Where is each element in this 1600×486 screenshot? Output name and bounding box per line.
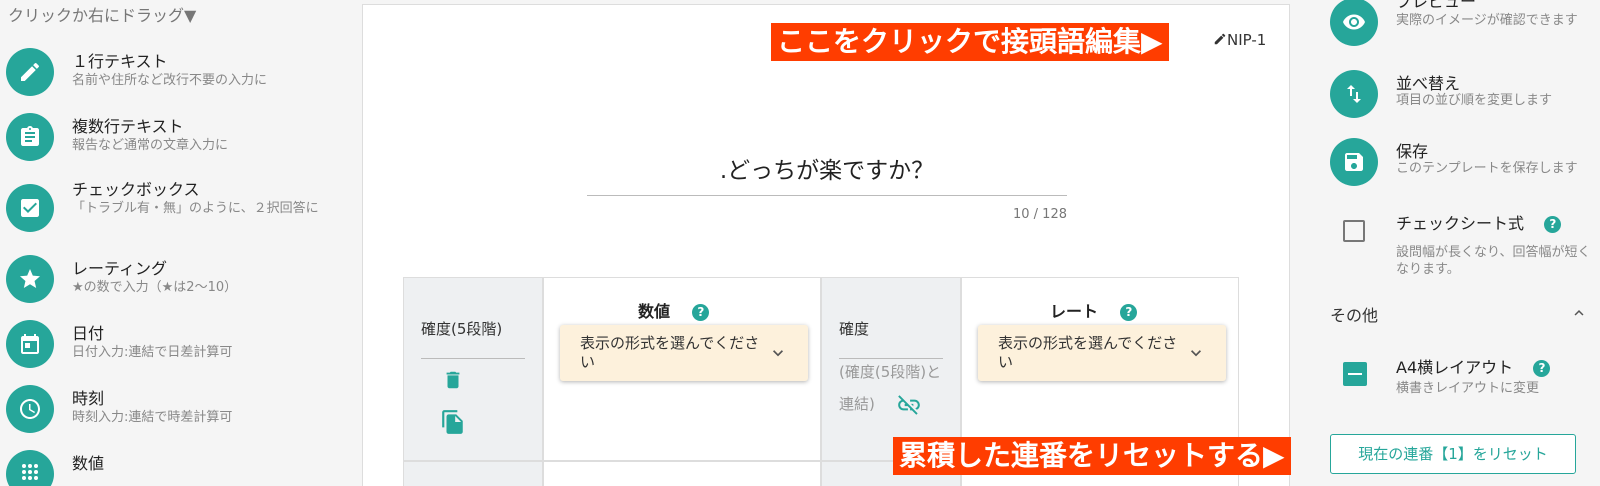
char-counter: 10 / 128 [1013, 207, 1067, 222]
format-select-number[interactable]: 表示の形式を選んでください [560, 325, 808, 381]
copy-icon[interactable] [440, 409, 466, 435]
save-desc: このテンプレートを保存します [1396, 161, 1578, 176]
palette-item-number[interactable]: 数値 [6, 450, 336, 486]
action-sidebar: プレビュー 実際のイメージが確認できます 並べ替え 項目の並び順を変更します 保… [1310, 0, 1600, 486]
eye-icon [1330, 0, 1378, 46]
palette-item-multi-line-text[interactable]: 複数行テキスト 報告など通常の文章入力に [6, 113, 336, 173]
row-label-underline [421, 358, 525, 359]
other-section-header[interactable]: その他 [1330, 302, 1588, 326]
check-sheet-toggle[interactable]: チェックシート式 ? 設問幅が長くなり、回答幅が短くなります。 [1330, 210, 1600, 280]
prefix-edit-banner: ここをクリックで接頭語編集▶ [771, 23, 1169, 61]
unlink-icon[interactable] [896, 392, 922, 418]
linked-note: (確度(5段階)と連結) [839, 363, 942, 413]
preview-title: プレビュー [1396, 0, 1477, 11]
a4-desc: 横書きレイアウトに変更 [1396, 381, 1540, 396]
clipboard-icon [6, 113, 54, 161]
preview-button[interactable]: プレビュー 実際のイメージが確認できます [1330, 0, 1600, 54]
answer-cell [543, 461, 821, 486]
palette-item-title: レーティング [72, 259, 168, 278]
sort-button[interactable]: 並べ替え 項目の並び順を変更します [1330, 70, 1600, 126]
palette-item-time[interactable]: 時刻 時刻入力:連結で時差計算可 [6, 385, 336, 445]
calendar-icon [6, 320, 54, 368]
palette-item-desc: 報告など通常の文章入力に [72, 138, 229, 153]
row-label-cell [403, 461, 543, 486]
save-icon [1330, 138, 1378, 186]
palette-item-title: 日付 [72, 324, 105, 343]
help-icon[interactable]: ? [1533, 360, 1551, 377]
row-label-cell: 確度(5段階) [403, 277, 543, 461]
check-sheet-title: チェックシート式 ? [1396, 210, 1562, 234]
palette-item-desc: 名前や住所など改行不要の入力に [72, 73, 268, 88]
save-button[interactable]: 保存 このテンプレートを保存します [1330, 138, 1600, 194]
preview-desc: 実際のイメージが確認できます [1396, 13, 1578, 28]
save-title: 保存 [1396, 142, 1429, 161]
chevron-up-icon [1574, 310, 1584, 316]
a4-landscape-toggle[interactable]: A4横レイアウト ? 横書きレイアウトに変更 [1330, 354, 1600, 410]
other-section-label: その他 [1330, 306, 1379, 325]
minus-icon [1348, 373, 1362, 375]
format-select-rate[interactable]: 表示の形式を選んでください [978, 325, 1226, 381]
question-title-underline [587, 195, 1067, 196]
format-select-label: 表示の形式を選んでください [580, 334, 760, 371]
app-root: クリックか右にドラッグ▼ １行テキスト 名前や住所など改行不要の入力に 複数行テ… [0, 0, 1600, 486]
help-icon[interactable]: ? [1120, 304, 1138, 321]
format-select-label: 表示の形式を選んでください [998, 334, 1178, 371]
palette-item-rating[interactable]: レーティング ★の数で入力（★は2〜10） [6, 255, 336, 315]
answer-cell-rate: レート ? 表示の形式を選んでください [961, 277, 1239, 461]
palette-hint: クリックか右にドラッグ▼ [8, 6, 197, 25]
question-title-input[interactable]: .どっちが楽ですか？ [587, 151, 1067, 185]
dialpad-icon [6, 450, 54, 486]
palette-item-desc: ★の数で入力（★は2〜10） [72, 280, 238, 295]
reset-sequence-button[interactable]: 現在の連番【1】をリセット [1330, 434, 1576, 474]
palette-item-single-line-text[interactable]: １行テキスト 名前や住所など改行不要の入力に [6, 48, 336, 108]
linked-label: 確度 [839, 320, 870, 338]
palette-item-title: 数値 [72, 454, 105, 473]
check-sheet-desc: 設問幅が長くなり、回答幅が短くなります。 [1396, 245, 1591, 277]
palette-item-desc: 「トラブル有・無」のように、２択回答に [72, 201, 319, 216]
answer-cell-number: 数値 ? 表示の形式を選んでください [543, 277, 821, 461]
palette-item-title: １行テキスト [72, 52, 168, 71]
help-icon[interactable]: ? [692, 304, 710, 321]
help-icon[interactable]: ? [1544, 216, 1562, 233]
palette-item-title: 複数行テキスト [72, 117, 184, 136]
reset-banner: 累積した連番をリセットする▶ [893, 437, 1291, 475]
sort-title: 並べ替え [1396, 74, 1461, 93]
palette-item-desc: 時刻入力:連結で時差計算可 [72, 410, 233, 425]
check-sheet-checkbox[interactable] [1343, 220, 1365, 242]
clock-icon [6, 385, 54, 433]
sort-desc: 項目の並び順を変更します [1396, 93, 1553, 108]
pencil-icon [6, 48, 54, 96]
palette-item-desc: 日付入力:連結で日差計算可 [72, 345, 233, 360]
star-icon [6, 255, 54, 303]
palette-item-title: チェックボックス [72, 180, 200, 199]
a4-landscape-checkbox[interactable] [1343, 362, 1367, 386]
column-header-number: 数値 ? [638, 298, 710, 322]
chevron-down-icon [773, 350, 783, 357]
trash-icon[interactable] [442, 368, 464, 392]
palette-item-title: 時刻 [72, 389, 105, 408]
column-header-rate: レート ? [1050, 298, 1138, 322]
palette-item-date[interactable]: 日付 日付入力:連結で日差計算可 [6, 320, 336, 380]
prefix-edit-button[interactable]: NIP-1 [1213, 31, 1266, 49]
checkbox-icon [6, 184, 54, 232]
item-palette: クリックか右にドラッグ▼ １行テキスト 名前や住所など改行不要の入力に 複数行テ… [0, 0, 340, 486]
chevron-down-icon [1191, 350, 1201, 357]
row-label: 確度(5段階) [421, 320, 503, 338]
prefix-label: NIP-1 [1227, 31, 1267, 49]
sort-icon [1330, 70, 1378, 118]
a4-title: A4横レイアウト ? [1396, 354, 1551, 378]
form-editor: ここをクリックで接頭語編集▶ NIP-1 .どっちが楽ですか？ 10 / 128… [362, 4, 1290, 486]
pencil-icon [1214, 33, 1226, 45]
palette-item-checkbox[interactable]: チェックボックス 「トラブル有・無」のように、２択回答に [6, 176, 336, 246]
linked-label-cell: 確度 (確度(5段階)と連結) [821, 277, 961, 461]
